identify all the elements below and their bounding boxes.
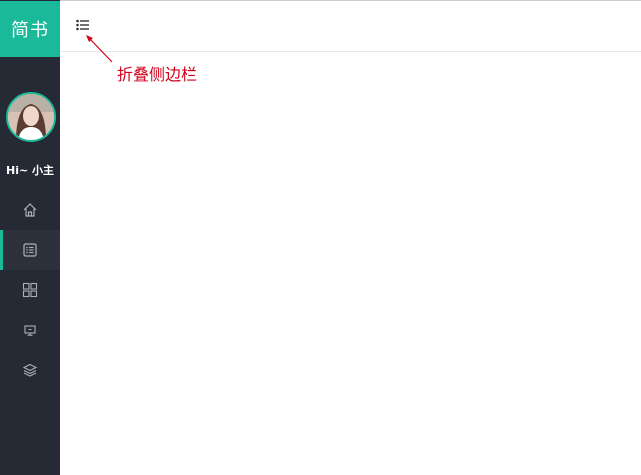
annotation-arrow-icon — [86, 35, 113, 63]
list-document-icon — [23, 243, 37, 257]
home-icon — [23, 203, 37, 217]
user-greeting: Hi~ 小主 — [5, 164, 55, 177]
sidebar-item-monitor[interactable] — [0, 310, 60, 350]
sidebar: 简书 Hi~ 小主 — [0, 0, 60, 475]
sidebar-item-list[interactable] — [0, 230, 60, 270]
app-logo-text: 简书 — [11, 20, 49, 41]
annotation-label: 折叠侧边栏 — [117, 65, 198, 84]
sidebar-item-grid[interactable] — [0, 270, 60, 310]
avatar-photo — [8, 94, 54, 140]
top-header — [60, 1, 641, 52]
monitor-icon — [24, 325, 36, 336]
layers-icon — [22, 363, 38, 377]
avatar[interactable] — [6, 92, 56, 142]
sidebar-item-layers[interactable] — [0, 350, 60, 390]
sidebar-item-home[interactable] — [0, 190, 60, 230]
app-logo[interactable]: 简书 — [0, 1, 60, 57]
grid-icon — [22, 282, 38, 298]
